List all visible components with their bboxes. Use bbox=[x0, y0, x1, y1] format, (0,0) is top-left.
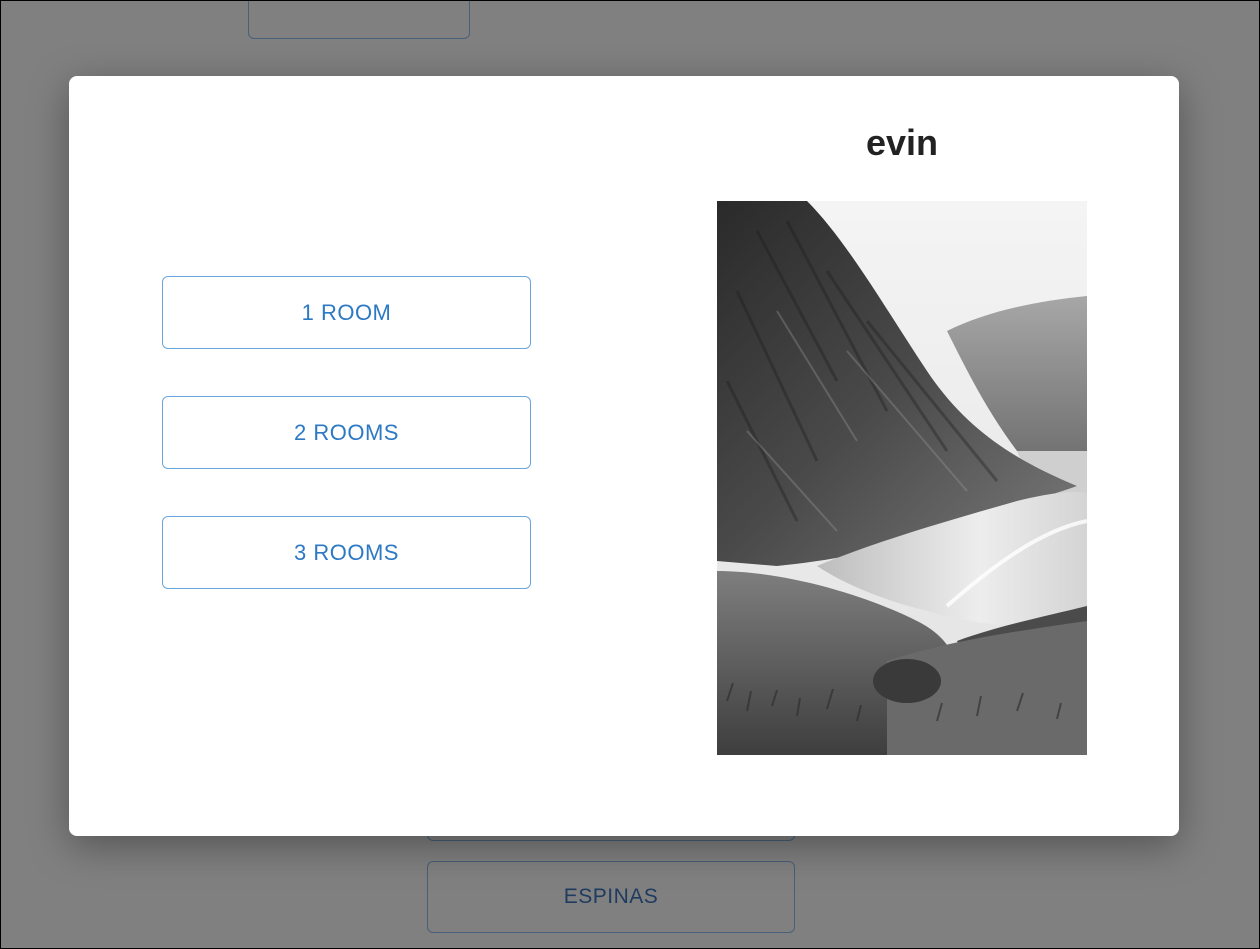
three-rooms-button[interactable]: 3 ROOMS bbox=[162, 516, 531, 589]
room-select-modal: evin 1 ROOM 2 ROOMS 3 ROOMS bbox=[69, 76, 1179, 836]
one-room-button[interactable]: 1 ROOM bbox=[162, 276, 531, 349]
app-frame: ESPINAS evin 1 ROOM 2 ROOMS 3 ROOMS bbox=[0, 0, 1260, 949]
two-rooms-button-label: 2 ROOMS bbox=[294, 419, 399, 445]
three-rooms-button-label: 3 ROOMS bbox=[294, 539, 399, 565]
one-room-button-label: 1 ROOM bbox=[301, 299, 392, 325]
background-button-top bbox=[248, 1, 470, 39]
landscape-photo bbox=[717, 201, 1087, 755]
espinas-button: ESPINAS bbox=[427, 861, 795, 933]
modal-title: evin bbox=[865, 122, 939, 163]
two-rooms-button[interactable]: 2 ROOMS bbox=[162, 396, 531, 469]
